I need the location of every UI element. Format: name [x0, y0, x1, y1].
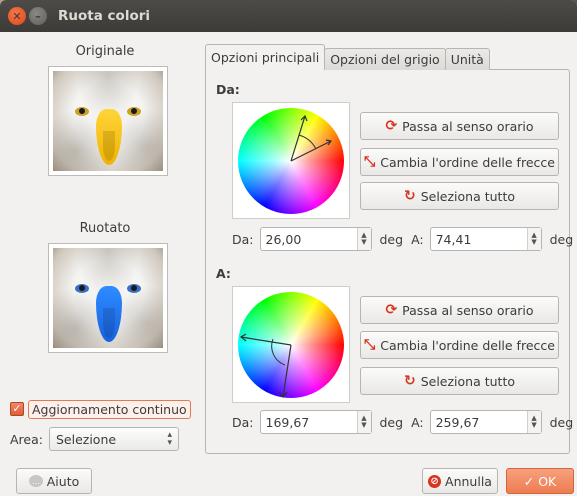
original-preview — [48, 66, 168, 176]
cancel-icon: ⊘ — [428, 474, 442, 488]
area-select[interactable]: Selezione ▴ ▾ — [48, 427, 179, 451]
original-image — [53, 71, 163, 171]
to-from-label: Da: — [232, 414, 254, 430]
help-button[interactable]: … Aiuto — [16, 468, 92, 494]
from-color-wheel[interactable] — [232, 102, 350, 219]
cancel-button[interactable]: ⊘ Annulla — [422, 468, 498, 494]
from-from-unit: deg — [379, 231, 404, 247]
spin-arrows-icon[interactable]: ▲ ▼ — [356, 228, 371, 250]
rotated-label: Ruotato — [79, 221, 131, 236]
to-clockwise-label: Passa al senso orario — [402, 302, 534, 318]
to-from-spinbox[interactable]: 169,67 ▲ ▼ — [259, 410, 372, 434]
from-to-label: A: — [411, 231, 424, 247]
swap-arrows-icon: ⤡ — [364, 154, 376, 170]
from-swap-label: Cambia l'ordine delle frecce — [380, 154, 555, 170]
titlebar: ✕ – Ruota colori — [0, 0, 577, 32]
to-clockwise-button[interactable]: ⟳ Passa al senso orario — [360, 296, 559, 324]
tab-main-options[interactable]: Opzioni principali — [205, 44, 326, 70]
from-clockwise-button[interactable]: ⟳ Passa al senso orario — [360, 112, 559, 140]
to-color-wheel[interactable] — [232, 286, 350, 403]
color-rotate-dialog: ✕ – Ruota colori Originale Ruotato ✓ Agg… — [0, 0, 577, 496]
help-label: Aiuto — [46, 473, 80, 489]
tab-bar: Opzioni principali Opzioni del grigio Un… — [205, 44, 570, 70]
continuous-update-label[interactable]: Aggiornamento continuo — [28, 399, 191, 419]
ok-button[interactable]: ✓ OK — [506, 468, 574, 494]
main-options-page: Da: ⟳ Passa al senso orario ⤡ Cambia l'o… — [205, 69, 573, 454]
from-range-arrows — [290, 114, 333, 162]
to-to-unit: deg — [549, 414, 574, 430]
from-from-label: Da: — [232, 231, 254, 247]
to-range-row: Da: 169,67 ▲ ▼ deg A: 259,67 ▲ ▼ deg — [232, 410, 577, 434]
to-to-spinbox[interactable]: 259,67 ▲ ▼ — [429, 410, 542, 434]
from-from-value: 26,00 — [265, 231, 302, 247]
to-select-all-button[interactable]: ↻ Seleziona tutto — [360, 367, 559, 395]
from-to-value: 74,41 — [435, 231, 472, 247]
select-all-icon: ↻ — [403, 373, 416, 389]
ok-label: OK — [538, 473, 557, 489]
to-to-value: 259,67 — [435, 414, 480, 430]
rotated-image — [53, 248, 163, 348]
area-select-value: Selezione — [55, 431, 117, 447]
from-to-spinbox[interactable]: 74,41 ▲ ▼ — [429, 227, 542, 251]
continuous-update-toggle[interactable]: ✓ Aggiornamento continuo — [10, 398, 194, 420]
checkmark-icon: ✓ — [523, 473, 535, 489]
window-title: Ruota colori — [58, 8, 151, 24]
from-swap-button[interactable]: ⤡ Cambia l'ordine delle frecce — [360, 148, 559, 176]
area-label: Area: — [10, 431, 43, 447]
rotate-cw-icon: ⟳ — [385, 302, 398, 318]
continuous-update-checkbox[interactable]: ✓ — [10, 402, 24, 416]
from-from-spinbox[interactable]: 26,00 ▲ ▼ — [259, 227, 372, 251]
to-select-all-label: Seleziona tutto — [420, 373, 516, 389]
rotated-preview — [48, 243, 168, 353]
from-section-title: Da: — [216, 82, 240, 97]
cancel-label: Annulla — [445, 473, 492, 489]
close-icon[interactable]: ✕ — [8, 7, 26, 25]
to-range-arrows — [239, 333, 292, 398]
tab-gray-options[interactable]: Opzioni del grigio — [324, 48, 446, 70]
help-icon: … — [28, 475, 43, 487]
options-notebook: Opzioni principali Opzioni del grigio Un… — [205, 44, 573, 454]
from-select-all-button[interactable]: ↻ Seleziona tutto — [360, 182, 559, 210]
from-select-all-label: Seleziona tutto — [420, 188, 516, 204]
to-swap-label: Cambia l'ordine delle frecce — [380, 337, 555, 353]
minimize-icon[interactable]: – — [29, 7, 47, 25]
to-section-title: A: — [216, 266, 231, 281]
updown-icon: ▴ ▾ — [167, 430, 172, 448]
from-to-unit: deg — [549, 231, 574, 247]
spin-arrows-icon[interactable]: ▲ ▼ — [356, 411, 371, 433]
from-clockwise-label: Passa al senso orario — [402, 118, 534, 134]
select-all-icon: ↻ — [403, 188, 416, 204]
swap-arrows-icon: ⤡ — [364, 337, 376, 353]
to-from-unit: deg — [379, 414, 404, 430]
area-row: Area: Selezione ▴ ▾ — [10, 427, 179, 451]
to-swap-button[interactable]: ⤡ Cambia l'ordine delle frecce — [360, 331, 559, 359]
to-to-label: A: — [411, 414, 424, 430]
tab-units[interactable]: Unità — [444, 48, 490, 70]
spin-arrows-icon[interactable]: ▲ ▼ — [526, 411, 541, 433]
from-range-row: Da: 26,00 ▲ ▼ deg A: 74,41 ▲ ▼ deg — [232, 227, 577, 251]
spin-arrows-icon[interactable]: ▲ ▼ — [526, 228, 541, 250]
rotate-cw-icon: ⟳ — [385, 118, 398, 134]
original-label: Originale — [75, 44, 135, 59]
to-from-value: 169,67 — [265, 414, 310, 430]
